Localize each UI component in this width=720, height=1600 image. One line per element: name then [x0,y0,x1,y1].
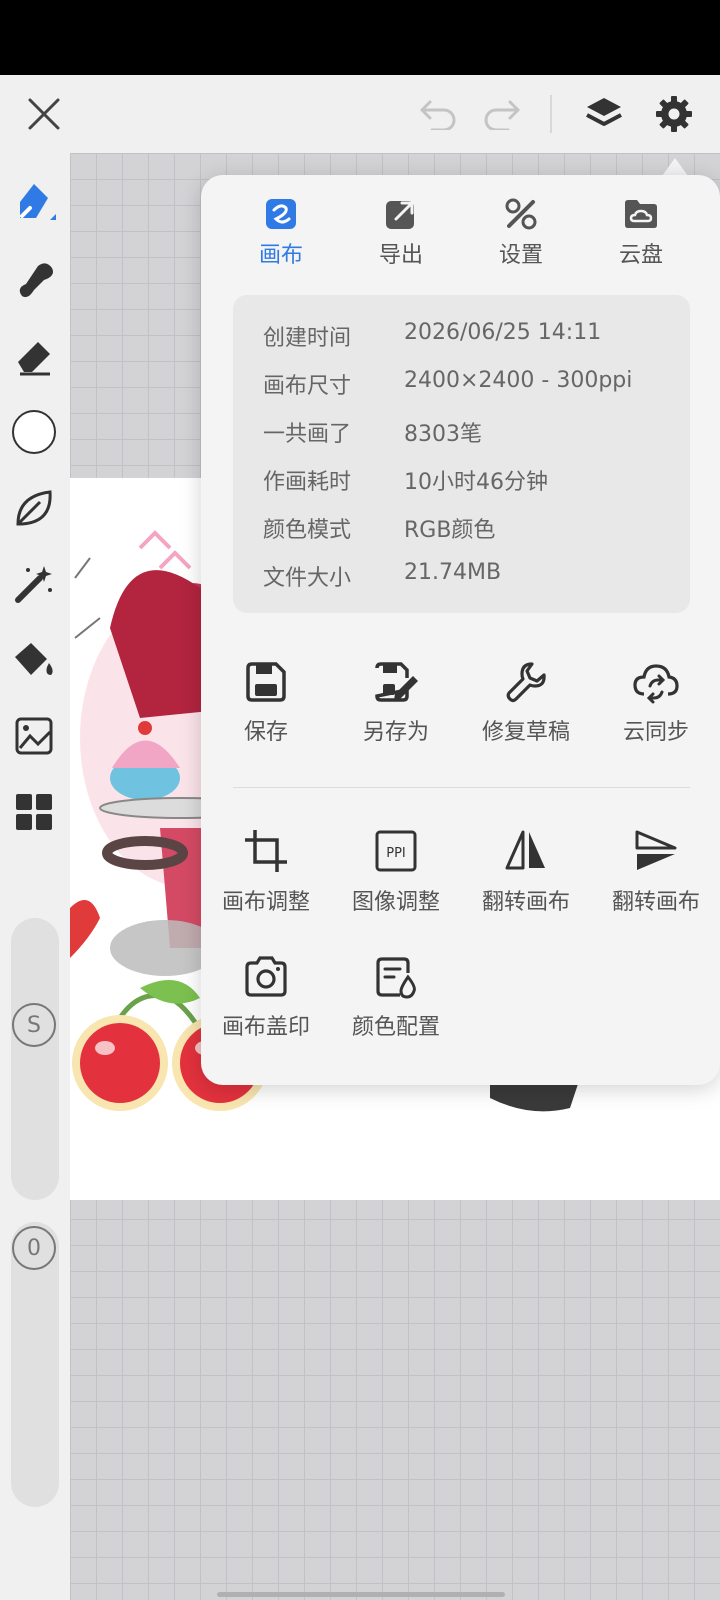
flip-horizontal-label: 翻转画布 [481,890,570,915]
fill-bucket-icon[interactable] [6,632,62,688]
info-key: 文件大小 [263,566,352,591]
flip-horizontal-icon [505,830,545,870]
flip-horizontal-button[interactable]: 翻转画布 [461,828,591,916]
cloud-folder-icon [625,200,657,228]
tab-cloud-drive-label: 云盘 [618,243,663,268]
save-button[interactable]: 保存 [201,660,331,746]
image-icon[interactable] [6,708,62,764]
info-value: RGB颜色 [404,518,496,543]
canvas-menu-popover: 画布 导出 设置 云盘 创建时间 2026/06/25 14:11 画布尺寸 240… [201,175,720,1085]
crop-icon [245,830,287,872]
save-as-button[interactable]: 另存为 [331,660,461,746]
info-value: 10小时46分钟 [404,470,548,495]
color-icon[interactable] [6,404,62,460]
opacity-badge: 0 [12,1226,56,1270]
image-adjust-button[interactable]: PPI 图像调整 [331,828,461,916]
info-row-created: 创建时间 2026/06/25 14:11 [263,320,602,351]
popover-arrow [662,158,688,176]
color-profile-button[interactable]: 颜色配置 [331,955,461,1041]
save-label: 保存 [243,720,288,745]
redo-icon[interactable] [476,90,528,138]
brush-icon[interactable] [6,176,62,232]
ppi-text: PPI [386,846,406,861]
home-indicator [217,1592,505,1597]
grid-icon[interactable] [6,784,62,840]
smudge-icon[interactable] [6,252,62,308]
layers-icon[interactable] [578,88,630,140]
tab-canvas[interactable]: 画布 [221,197,341,269]
info-key: 颜色模式 [263,518,352,543]
info-value: 2400×2400 - 300ppi [404,368,633,393]
repair-draft-button[interactable]: 修复草稿 [461,660,591,746]
canvas-adjust-button[interactable]: 画布调整 [201,828,331,916]
tab-export[interactable]: 导出 [341,197,461,269]
repair-draft-label: 修复草稿 [481,720,570,745]
cloud-sync-label: 云同步 [622,720,689,745]
image-adjust-label: 图像调整 [351,890,440,915]
top-divider [550,95,552,133]
size-badge: S [12,1003,56,1047]
save-icon [246,662,286,702]
canvas-stamp-button[interactable]: 画布盖印 [201,955,331,1041]
canvas-adjust-label: 画布调整 [221,890,310,915]
color-profile-icon [376,957,416,999]
brush-size-slider[interactable] [11,918,59,1200]
save-as-label: 另存为 [362,720,429,745]
export-icon [386,201,414,229]
info-value: 8303笔 [404,422,482,447]
wrench-icon [506,662,546,703]
info-value: 2026/06/25 14:11 [404,320,602,345]
undo-icon[interactable] [412,90,464,138]
eraser-icon[interactable] [6,328,62,384]
gear-icon[interactable] [648,88,700,140]
flip-vertical-icon [635,830,677,870]
canvas-info-card: 创建时间 2026/06/25 14:11 画布尺寸 2400×2400 - 300… [233,295,690,613]
canvas-stamp-label: 画布盖印 [221,1015,310,1040]
cloud-sync-icon [633,664,679,704]
camera-icon [245,956,287,997]
info-key: 一共画了 [263,422,352,447]
info-row-size: 画布尺寸 2400×2400 - 300ppi [263,368,633,399]
flip-vertical-label: 翻转画布 [611,890,700,915]
canvas-icon [266,199,296,229]
leaf-icon[interactable] [6,480,62,536]
tab-settings[interactable]: 设置 [461,197,581,269]
info-row-color-mode: 颜色模式 RGB颜色 [263,512,496,543]
close-icon[interactable] [18,88,70,140]
tools-icon [505,198,537,230]
info-value: 21.74MB [404,560,502,585]
cloud-sync-button[interactable]: 云同步 [591,660,720,746]
info-key: 创建时间 [263,326,352,351]
info-row-strokes: 一共画了 8303笔 [263,416,482,447]
info-row-file-size: 文件大小 21.74MB [263,560,502,591]
info-key: 画布尺寸 [263,374,352,399]
ppi-icon: PPI [375,830,417,872]
tab-cloud-drive[interactable]: 云盘 [581,197,701,269]
color-profile-label: 颜色配置 [351,1015,440,1040]
tab-canvas-label: 画布 [258,243,303,268]
tab-export-label: 导出 [378,243,423,268]
info-key: 作画耗时 [263,470,352,495]
status-bar [0,0,720,75]
section-divider [233,787,690,788]
info-row-duration: 作画耗时 10小时46分钟 [263,464,548,495]
magic-wand-icon[interactable] [6,556,62,612]
tab-settings-label: 设置 [498,243,543,268]
flip-vertical-button[interactable]: 翻转画布 [591,828,720,916]
save-as-icon [375,662,418,702]
